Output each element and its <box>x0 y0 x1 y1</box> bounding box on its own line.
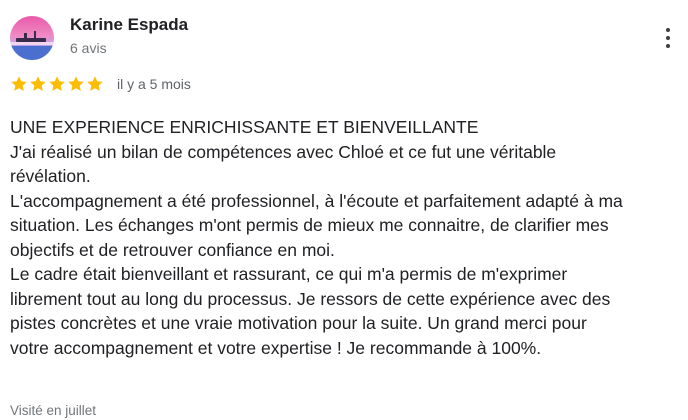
review-text-line: votre accompagnement et votre expertise … <box>10 337 542 358</box>
review-text-line: librement tout au long du processus. Je … <box>10 288 611 309</box>
review-text-line: L'accompagnement a été professionnel, à … <box>10 190 623 211</box>
review-text: UNE EXPERIENCE ENRICHISSANTE ET BIENVEIL… <box>10 115 685 360</box>
avatar[interactable] <box>10 16 54 60</box>
author-name[interactable]: Karine Espada <box>70 15 188 35</box>
more-vert-icon <box>666 28 670 32</box>
review-card: Karine Espada 6 avis il y a 5 mois UNE E… <box>0 0 688 420</box>
review-text-line: objectifs et de retrouver confiance en m… <box>10 239 335 260</box>
author-review-count: 6 avis <box>70 40 107 56</box>
star-icon <box>68 76 84 91</box>
visit-date: Visité en juillet <box>10 403 97 418</box>
review-text-line: Le cadre était bienveillant et rassurant… <box>10 264 568 284</box>
review-text-line: pistes concrètes et une vraie motivation… <box>10 313 587 333</box>
review-text-line: situation. Les échanges m'ont permis de … <box>10 215 609 235</box>
star-icon <box>87 76 103 91</box>
star-rating <box>10 75 104 93</box>
star-icon <box>49 76 65 91</box>
star-icon <box>11 76 27 91</box>
review-text-line: J'ai réalisé un bilan de compétences ave… <box>10 141 557 162</box>
more-options-button[interactable] <box>660 22 676 54</box>
review-text-line: révélation. <box>10 166 91 186</box>
star-icon <box>30 76 46 91</box>
profile-photo-icon <box>10 16 54 60</box>
review-date: il y a 5 mois <box>117 76 191 92</box>
rating-row: il y a 5 mois <box>10 75 191 93</box>
review-text-line: UNE EXPERIENCE ENRICHISSANTE ET BIENVEIL… <box>10 117 479 137</box>
